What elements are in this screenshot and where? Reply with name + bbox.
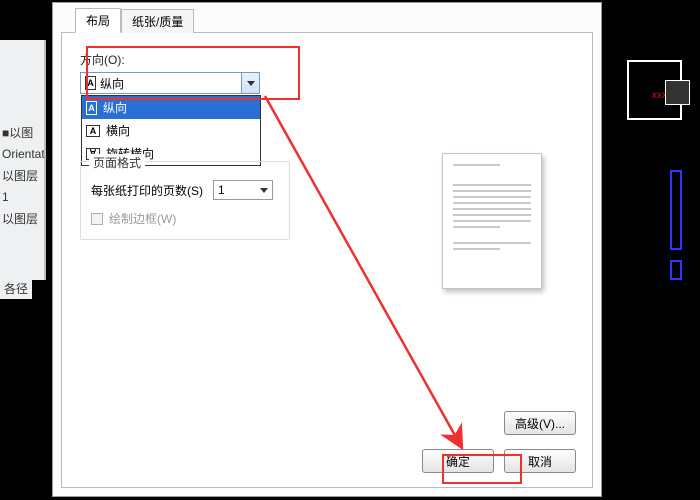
tab-layout[interactable]: 布局 [75,8,121,33]
landscape-icon: A [86,125,100,137]
button-label: 确定 [446,453,470,470]
underlying-truncated-label: 各径 [0,278,32,299]
button-label: 高级(V)... [515,415,565,432]
draw-border-checkbox-row: 绘制边框(W) [91,210,279,227]
orientation-combobox[interactable]: A 纵向 A 纵向 A 横向 ∀ 旋 [80,72,260,94]
button-label: 取消 [528,453,552,470]
option-label: 横向 [106,122,130,139]
draw-border-checkbox [91,213,103,225]
chevron-down-icon[interactable] [241,73,259,93]
orientation-option-portrait[interactable]: A 纵向 [82,96,260,119]
ok-button[interactable]: 确定 [422,449,494,473]
chevron-down-icon [260,188,268,193]
advanced-button[interactable]: 高级(V)... [504,411,576,435]
page-format-legend: 页面格式 [89,154,145,171]
page-preview [442,153,542,289]
tab-label: 纸张/质量 [132,15,183,29]
cad-drawing: xxxx [610,50,690,300]
pages-per-sheet-value: 1 [218,183,225,197]
tab-strip: 布局 纸张/质量 [61,11,593,33]
draw-border-label: 绘制边框(W) [109,210,176,227]
portrait-icon: A [85,76,96,90]
underlying-side-panel: ■以图 Orientat 以图层 1 以图层 [0,40,46,280]
tab-paper-quality[interactable]: 纸张/质量 [121,9,194,33]
print-properties-dialog: 布局 纸张/质量 方向(O): A 纵向 A 纵向 A [52,2,602,497]
tab-label: 布局 [86,14,110,28]
portrait-icon: A [86,101,97,115]
cancel-button[interactable]: 取消 [504,449,576,473]
page-format-group: 页面格式 每张纸打印的页数(S) 1 绘制边框(W) [80,161,290,240]
orientation-label: 方向(O): [80,51,290,68]
pages-per-sheet-label: 每张纸打印的页数(S) [91,182,203,199]
option-label: 纵向 [103,99,127,116]
pages-per-sheet-select[interactable]: 1 [213,180,273,200]
orientation-group: 方向(O): A 纵向 A 纵向 A 横向 [80,51,290,94]
orientation-option-landscape[interactable]: A 横向 [82,119,260,142]
tab-body-layout: 方向(O): A 纵向 A 纵向 A 横向 [61,33,593,488]
orientation-selected-value: 纵向 [100,75,124,92]
